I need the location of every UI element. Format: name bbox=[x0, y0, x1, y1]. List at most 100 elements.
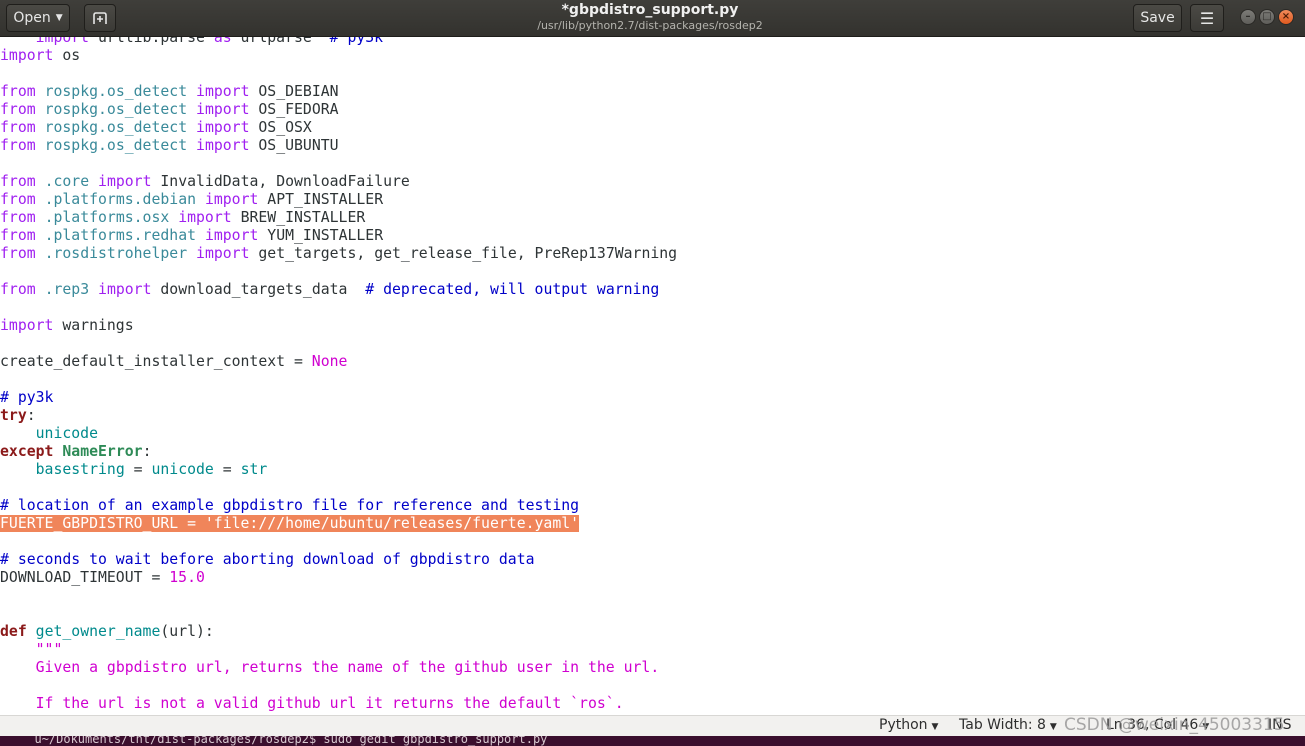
code-token: try bbox=[0, 407, 27, 424]
code-line[interactable]: create_default_installer_context = None bbox=[0, 353, 347, 371]
code-token: rospkg.os_detect bbox=[44, 83, 188, 100]
code-token: import bbox=[0, 47, 54, 64]
maximize-button[interactable]: □ bbox=[1259, 9, 1275, 25]
code-line[interactable]: import os bbox=[0, 47, 80, 65]
code-token: InvalidData, DownloadFailure bbox=[151, 173, 410, 190]
code-line[interactable]: basestring = unicode = str bbox=[0, 461, 268, 479]
code-line[interactable]: import urllib.parse as urlparse # py3k bbox=[0, 37, 383, 47]
hamburger-menu-button[interactable]: ☰ bbox=[1190, 4, 1224, 32]
code-line[interactable]: # seconds to wait before aborting downlo… bbox=[0, 551, 535, 569]
code-line[interactable]: DOWNLOAD_TIMEOUT = 15.0 bbox=[0, 569, 205, 587]
new-tab-icon bbox=[93, 12, 107, 24]
code-line[interactable]: from .rosdistrohelper import get_targets… bbox=[0, 245, 677, 263]
code-line[interactable]: # py3k bbox=[0, 389, 53, 407]
code-line[interactable]: from .platforms.osx import BREW_INSTALLE… bbox=[0, 209, 365, 227]
new-tab-button[interactable] bbox=[84, 4, 116, 32]
maximize-icon: □ bbox=[1262, 11, 1272, 22]
code-line[interactable]: from rospkg.os_detect import OS_DEBIAN bbox=[0, 83, 339, 101]
code-token: # deprecated, will output warning bbox=[365, 281, 660, 298]
code-token: """ bbox=[35, 641, 63, 658]
code-line[interactable]: from .platforms.debian import APT_INSTAL… bbox=[0, 191, 383, 209]
close-icon: × bbox=[1281, 11, 1291, 22]
code-token: create_default_installer_context = bbox=[0, 353, 312, 370]
code-token: from bbox=[0, 137, 36, 154]
code-token: OS_UBUNTU bbox=[249, 137, 339, 154]
save-button[interactable]: Save bbox=[1133, 4, 1182, 32]
code-token: as bbox=[213, 37, 232, 46]
code-token: unicode bbox=[151, 461, 214, 478]
code-token: from bbox=[0, 191, 36, 208]
code-token: APT_INSTALLER bbox=[258, 191, 384, 208]
code-editor[interactable]: import urllib.parse as urlparse # py3k im… bbox=[0, 37, 1305, 715]
minimize-button[interactable]: – bbox=[1240, 9, 1256, 25]
open-button-label: Open bbox=[13, 10, 51, 26]
code-token: from bbox=[0, 209, 36, 226]
code-line[interactable]: from .platforms.redhat import YUM_INSTAL… bbox=[0, 227, 383, 245]
code-token: import bbox=[98, 281, 152, 298]
terminal-text: u~/Dokuments/tnt/dist-packages/rosdep2$ … bbox=[20, 736, 548, 746]
code-token: import bbox=[196, 119, 250, 136]
code-token: OS_OSX bbox=[249, 119, 312, 136]
code-token: import bbox=[204, 191, 259, 208]
code-token: urllib.parse bbox=[89, 37, 214, 46]
language-selector[interactable]: Python ▼ bbox=[879, 717, 938, 733]
code-line[interactable]: If the url is not a valid github url it … bbox=[0, 695, 624, 713]
code-token: os bbox=[53, 47, 81, 64]
code-token: = bbox=[213, 461, 241, 478]
code-token: OS_DEBIAN bbox=[249, 83, 339, 100]
code-token: = bbox=[124, 461, 152, 478]
code-line[interactable]: from .core import InvalidData, DownloadF… bbox=[0, 173, 410, 191]
code-token: .rep3 bbox=[44, 281, 90, 298]
status-bar: Python ▼ Tab Width: 8 ▼ Ln 36, Col 46 ▼ INS… bbox=[0, 715, 1305, 736]
close-button[interactable]: × bbox=[1278, 9, 1294, 25]
code-token: str bbox=[240, 461, 268, 478]
code-token: import bbox=[178, 209, 232, 226]
code-line[interactable]: unicode bbox=[0, 425, 98, 443]
code-line[interactable]: from rospkg.os_detect import OS_FEDORA bbox=[0, 101, 339, 119]
language-label: Python bbox=[879, 717, 928, 733]
code-token: import bbox=[35, 37, 90, 46]
code-token: .core bbox=[44, 173, 90, 190]
code-token: from bbox=[0, 101, 36, 118]
code-token: # py3k bbox=[329, 37, 384, 46]
code-token: except bbox=[0, 443, 54, 460]
code-line[interactable]: from rospkg.os_detect import OS_UBUNTU bbox=[0, 137, 339, 155]
code-token: FUERTE_GBPDISTRO_URL = 'file:///home/ubu… bbox=[0, 515, 580, 532]
code-line[interactable]: except NameError: bbox=[0, 443, 151, 461]
code-line[interactable]: # location of an example gbpdistro file … bbox=[0, 497, 579, 515]
code-token: Given a gbpdistro url, returns the name … bbox=[35, 659, 660, 676]
code-token: .platforms.osx bbox=[44, 209, 170, 226]
code-token: DOWNLOAD_TIMEOUT = bbox=[0, 569, 170, 586]
code-token: 15.0 bbox=[169, 569, 205, 586]
code-line[interactable]: from rospkg.os_detect import OS_OSX bbox=[0, 119, 312, 137]
code-line[interactable]: def get_owner_name(url): bbox=[0, 623, 214, 641]
code-token: get_targets, get_release_file, PreRep137… bbox=[249, 245, 678, 262]
open-button[interactable]: Open ▼ bbox=[6, 4, 70, 32]
code-token: (url): bbox=[160, 623, 214, 640]
code-token: basestring bbox=[35, 461, 125, 478]
chevron-down-icon: ▼ bbox=[1049, 722, 1057, 732]
code-line[interactable]: try: bbox=[0, 407, 36, 425]
code-token: def bbox=[0, 623, 27, 640]
code-line[interactable]: from .rep3 import download_targets_data … bbox=[0, 281, 659, 299]
code-token: rospkg.os_detect bbox=[44, 137, 188, 154]
code-line[interactable]: Given a gbpdistro url, returns the name … bbox=[0, 659, 660, 677]
window-title: *gbpdistro_support.py bbox=[561, 2, 739, 18]
minimize-icon: – bbox=[1245, 11, 1251, 22]
tab-width-selector[interactable]: Tab Width: 8 ▼ bbox=[959, 717, 1057, 733]
code-line[interactable]: import warnings bbox=[0, 317, 134, 335]
code-line[interactable]: FUERTE_GBPDISTRO_URL = 'file:///home/ubu… bbox=[0, 515, 580, 533]
code-token: import bbox=[0, 317, 54, 334]
code-line[interactable]: """ bbox=[0, 641, 63, 659]
